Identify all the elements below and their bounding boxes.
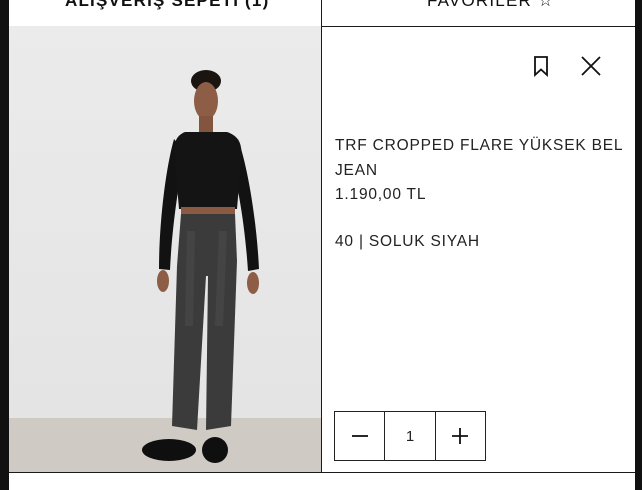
bookmark-icon[interactable]: [529, 54, 553, 78]
model-illustration: [142, 70, 259, 463]
product-name[interactable]: TRF CROPPED FLARE YÜKSEK BEL JEAN: [335, 133, 631, 183]
product-price: 1.190,00 TL: [335, 186, 427, 203]
quantity-stepper: 1: [334, 411, 486, 461]
product-image[interactable]: [9, 26, 321, 472]
shopping-cart-page: ALIŞVERİŞ SEPETİ (1) FAVORİLER ☆ TRF CRO…: [9, 0, 635, 490]
cart-item: TRF CROPPED FLARE YÜKSEK BEL JEAN 1.190,…: [9, 26, 635, 473]
close-icon[interactable]: [579, 54, 603, 78]
product-info: TRF CROPPED FLARE YÜKSEK BEL JEAN 1.190,…: [322, 26, 635, 472]
plus-icon: [452, 428, 469, 444]
increase-quantity-button[interactable]: [436, 412, 485, 460]
tab-favorites[interactable]: FAVORİLER ☆: [427, 0, 554, 15]
tab-shopping-cart[interactable]: ALIŞVERİŞ SEPETİ (1): [65, 0, 269, 15]
product-variant: 40 | SOLUK SIYAH: [335, 233, 480, 250]
cart-tabs: ALIŞVERİŞ SEPETİ (1) FAVORİLER ☆: [9, 0, 635, 27]
decrease-quantity-button[interactable]: [335, 412, 384, 460]
minus-icon: [351, 435, 368, 437]
quantity-value[interactable]: 1: [384, 412, 436, 460]
tab-divider: [321, 0, 322, 26]
